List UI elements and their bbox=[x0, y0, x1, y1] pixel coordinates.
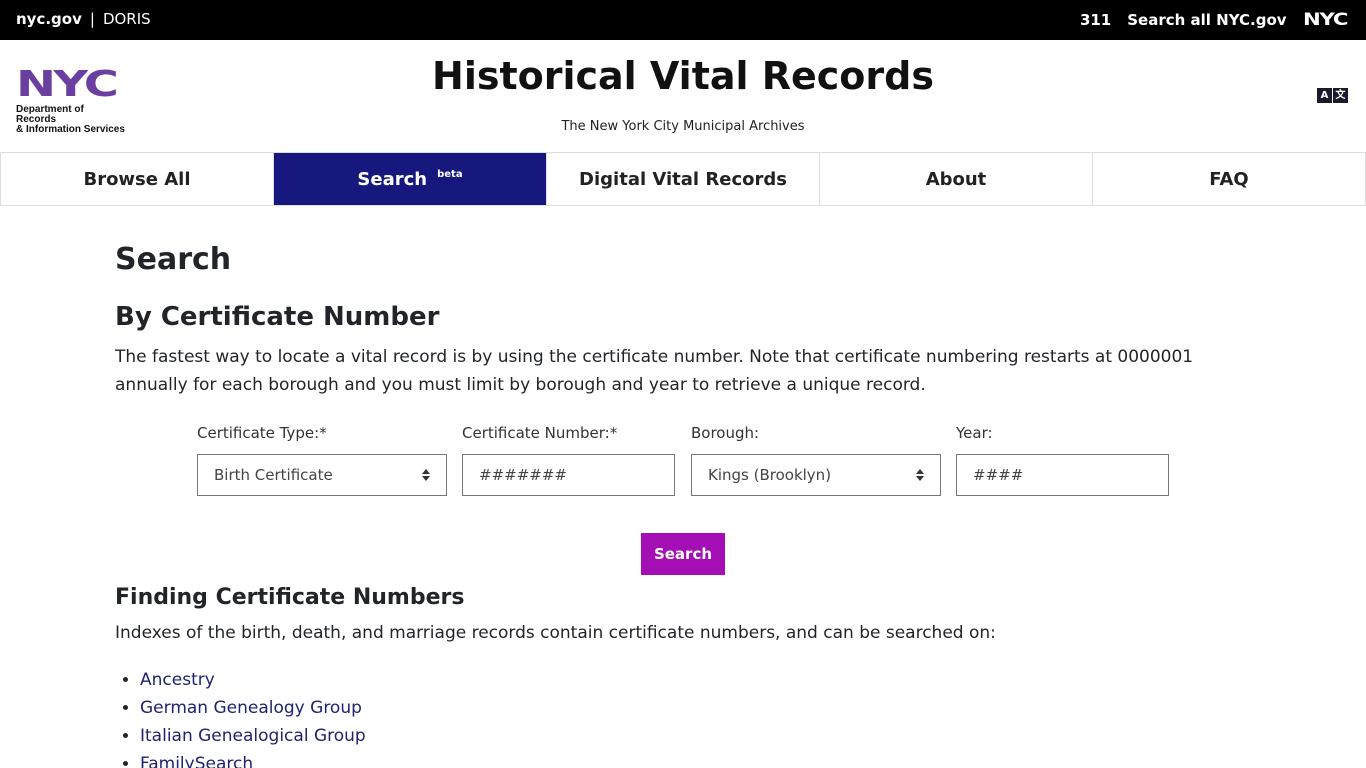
finding-text: Indexes of the birth, death, and marriag… bbox=[115, 623, 996, 643]
doris-link[interactable]: DORIS bbox=[103, 10, 151, 28]
nycgov-link[interactable]: nyc.gov bbox=[16, 10, 82, 28]
translate-button[interactable]: A 文 bbox=[1317, 88, 1348, 103]
nav-label: Browse All bbox=[83, 168, 191, 190]
index-links-list: Ancestry German Genealogy Group Italian … bbox=[140, 666, 366, 768]
nav-label: FAQ bbox=[1209, 168, 1249, 190]
nav-browse-all[interactable]: Browse All bbox=[0, 153, 274, 205]
site-subtitle: The New York City Municipal Archives bbox=[561, 119, 805, 134]
certificate-type-field: Certificate Type:* Birth Certificate bbox=[197, 424, 447, 496]
beta-badge: beta bbox=[437, 168, 463, 180]
certificate-type-select[interactable]: Birth Certificate bbox=[197, 454, 447, 496]
finding-title: Finding Certificate Numbers bbox=[115, 585, 465, 610]
year-field: Year: bbox=[956, 424, 1169, 496]
borough-label: Borough: bbox=[691, 424, 760, 442]
list-item: FamilySearch bbox=[140, 750, 366, 768]
nav-digital-vital-records[interactable]: Digital Vital Records bbox=[547, 153, 820, 205]
list-item: German Genealogy Group bbox=[140, 694, 366, 722]
year-input[interactable] bbox=[956, 454, 1169, 496]
nav-label: About bbox=[925, 168, 987, 190]
translate-icon-glyph: 文 bbox=[1333, 88, 1348, 103]
page-title: Search bbox=[115, 242, 232, 277]
borough-field: Borough: Kings (Brooklyn) bbox=[691, 424, 941, 496]
certificate-number-field: Certificate Number:* bbox=[462, 424, 675, 496]
list-item: Ancestry bbox=[140, 666, 366, 694]
select-arrows-icon bbox=[916, 468, 924, 482]
site-header: NYC Department of Records & Information … bbox=[0, 40, 1366, 152]
list-item: Italian Genealogical Group bbox=[140, 722, 366, 750]
year-label: Year: bbox=[956, 424, 993, 442]
nav-faq[interactable]: FAQ bbox=[1093, 153, 1366, 205]
italian-genealogical-group-link[interactable]: Italian Genealogical Group bbox=[140, 726, 366, 746]
certificate-type-value: Birth Certificate bbox=[214, 466, 333, 484]
intro-text: The fastest way to locate a vital record… bbox=[115, 347, 1194, 395]
nav-search[interactable]: Search beta bbox=[274, 153, 547, 205]
borough-value: Kings (Brooklyn) bbox=[708, 466, 832, 484]
separator: | bbox=[89, 10, 95, 28]
nav-label: Search bbox=[357, 168, 428, 190]
certificate-number-input[interactable] bbox=[462, 454, 675, 496]
familysearch-link[interactable]: FamilySearch bbox=[140, 754, 253, 768]
borough-select[interactable]: Kings (Brooklyn) bbox=[691, 454, 941, 496]
select-arrows-icon bbox=[422, 468, 430, 482]
top-bar: nyc.gov | DORIS 311 Search all NYC.gov N… bbox=[0, 0, 1366, 40]
nav-label: Digital Vital Records bbox=[579, 168, 787, 190]
nav-about[interactable]: About bbox=[820, 153, 1093, 205]
311-link[interactable]: 311 bbox=[1080, 11, 1111, 29]
section-title: By Certificate Number bbox=[115, 302, 440, 332]
search-button[interactable]: Search bbox=[641, 533, 725, 575]
translate-icon: A bbox=[1317, 88, 1332, 103]
main-nav: Browse All Search beta Digital Vital Reco… bbox=[0, 152, 1366, 206]
nyc-logo-icon[interactable]: NYC bbox=[1303, 10, 1349, 30]
site-title: Historical Vital Records bbox=[432, 54, 934, 98]
ancestry-link[interactable]: Ancestry bbox=[140, 670, 215, 690]
certificate-number-label: Certificate Number:* bbox=[462, 424, 618, 442]
certificate-type-label: Certificate Type:* bbox=[197, 424, 327, 442]
german-genealogy-group-link[interactable]: German Genealogy Group bbox=[140, 698, 362, 718]
search-all-nycgov-link[interactable]: Search all NYC.gov bbox=[1127, 11, 1286, 29]
